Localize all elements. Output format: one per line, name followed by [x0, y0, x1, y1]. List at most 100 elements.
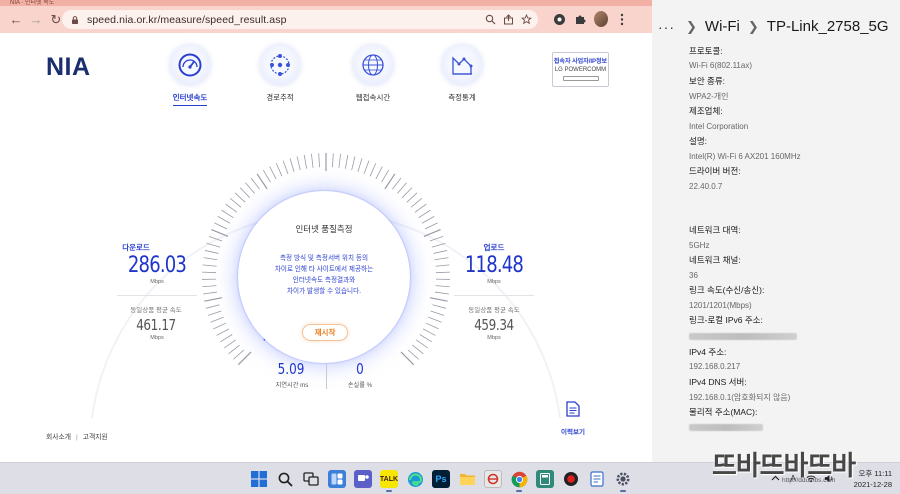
- gauge-tick: [204, 250, 219, 254]
- gauge-tick: [220, 334, 233, 343]
- footer-link-company[interactable]: 회사소개: [46, 434, 71, 441]
- gauge-tick: [425, 322, 439, 330]
- gauge-tick: [234, 192, 246, 203]
- prop-label: 네트워크 대역:: [689, 225, 741, 235]
- kakaotalk-icon[interactable]: TALK: [380, 470, 398, 492]
- watermark-url: http://ddumbs.com: [782, 477, 836, 484]
- gauge-tick: [392, 177, 402, 190]
- center-notice: 측정 방식 및 측정서버 위치 등의 차이로 인해 타 사이트에서 제공하는 인…: [274, 255, 374, 295]
- gauge-tick: [400, 351, 415, 366]
- gauge-tick: [406, 192, 418, 203]
- gauge-tick: [250, 177, 260, 190]
- browser-toolbar: ← → ↻ speed.nia.or.kr/measure/speed_resu…: [0, 6, 652, 33]
- gauge-tick: [423, 228, 441, 237]
- prop-value: Intel(R) Wi-Fi 6 AX201 160MHz: [689, 152, 801, 161]
- prop-label: IPv4 주소:: [689, 347, 727, 357]
- address-bar[interactable]: speed.nia.or.kr/measure/speed_result.asp: [62, 10, 538, 29]
- gauge-tick: [237, 351, 252, 366]
- prop-label: 제조업체:: [689, 106, 723, 116]
- photoshop-icon[interactable]: Ps: [432, 470, 450, 488]
- prop-label: 보안 종류:: [689, 76, 726, 86]
- more-dots-icon[interactable]: ···: [658, 19, 675, 35]
- breadcrumb-network-name: TP-Link_2758_5G: [766, 18, 889, 35]
- windows-start-icon[interactable]: [250, 470, 268, 488]
- gauge-tick: [401, 187, 413, 198]
- gauge-tick: [233, 349, 245, 360]
- chevron-right-icon: ❯: [747, 18, 759, 34]
- gauge-tick: [203, 257, 218, 261]
- gauge-tick: [369, 163, 377, 177]
- lock-icon[interactable]: [70, 15, 80, 25]
- extensions-puzzle-icon[interactable]: [573, 12, 587, 26]
- prop-label: 링크-로컬 IPv6 주소:: [689, 315, 763, 325]
- upload-avg-label: 동일상품 평균 속도: [468, 307, 520, 314]
- clock[interactable]: 오후 11:11 2021-12-28: [854, 468, 892, 490]
- app-icon[interactable]: [484, 470, 502, 488]
- gauge-tick: [338, 153, 341, 168]
- calculator-icon[interactable]: [536, 470, 554, 488]
- search-icon[interactable]: [276, 470, 294, 488]
- bookmark-star-icon[interactable]: [520, 13, 532, 25]
- upload-value: 118.48: [464, 253, 524, 278]
- history-button[interactable]: 이력보기: [558, 401, 588, 436]
- wifi-settings-pane: ··· ❯ Wi-Fi ❯ TP-Link_2758_5G 프로토콜: Wi-F…: [652, 0, 900, 462]
- mac-address-masked: [689, 424, 763, 431]
- forward-icon[interactable]: →: [26, 10, 46, 30]
- gauge-tick: [239, 187, 251, 198]
- download-label: 다운로드: [122, 243, 150, 252]
- history-label: 이력보기: [561, 429, 585, 436]
- gauge-tick: [429, 297, 448, 302]
- menu-kebab-icon[interactable]: [615, 12, 629, 26]
- gauge-tick: [428, 316, 442, 323]
- gauge-tick: [384, 173, 396, 190]
- url-text[interactable]: speed.nia.or.kr/measure/speed_result.asp: [87, 14, 287, 26]
- gauge-tick: [214, 222, 228, 230]
- gauge-tick: [211, 228, 229, 237]
- gauge-tick: [318, 153, 320, 168]
- clock-date: 2021-12-28: [853, 480, 892, 489]
- gauge-tick: [256, 173, 268, 190]
- prop-label: 물리적 주소(MAC):: [689, 407, 758, 417]
- gauge-tick: [289, 158, 295, 172]
- task-view-icon[interactable]: [302, 470, 320, 488]
- gauge-tick: [228, 344, 240, 355]
- back-icon[interactable]: ←: [6, 10, 26, 30]
- prop-value: 192.168.0.217: [689, 362, 741, 371]
- loss-label: 손실률 %: [347, 382, 373, 389]
- divider: [454, 295, 534, 296]
- chrome-icon[interactable]: [510, 470, 528, 492]
- widgets-icon[interactable]: [328, 470, 346, 488]
- gauge-tick: [275, 163, 283, 177]
- prop-label: 프로토콜:: [689, 46, 723, 56]
- zoom-icon[interactable]: [484, 13, 496, 25]
- gauge-tick: [434, 291, 449, 295]
- footer-link-support[interactable]: 고객지원: [83, 434, 108, 441]
- notepad-icon[interactable]: [588, 470, 606, 488]
- file-explorer-icon[interactable]: [458, 470, 476, 488]
- gauge-tick: [421, 216, 435, 224]
- chat-icon[interactable]: [354, 470, 372, 488]
- gauge-tick: [296, 156, 301, 171]
- settings-icon[interactable]: [614, 470, 632, 492]
- download-avg-unit: Mbps: [150, 335, 164, 341]
- prop-value: Wi-Fi 6(802.11ax): [689, 61, 752, 70]
- download-avg-label: 동일상품 평균 속도: [130, 307, 182, 314]
- gauge-tick: [303, 154, 308, 169]
- gauge-tick: [397, 182, 407, 194]
- share-icon[interactable]: [502, 13, 514, 25]
- retry-button[interactable]: 재시작: [302, 324, 348, 341]
- breadcrumb-wifi[interactable]: Wi-Fi: [705, 18, 740, 35]
- profile-avatar[interactable]: [594, 11, 608, 27]
- extension-badge-icon[interactable]: [552, 12, 566, 26]
- prop-label: 드라이버 버전:: [689, 166, 741, 176]
- gauge-tick: [224, 339, 236, 349]
- gauge-tick: [407, 349, 419, 360]
- chevron-right-icon: ❯: [686, 18, 697, 34]
- prop-label: 네트워크 채널:: [689, 255, 741, 265]
- edge-icon[interactable]: [406, 470, 424, 488]
- gauge-tick: [433, 250, 448, 254]
- gauge-tick: [202, 271, 217, 274]
- footer-links: 회사소개 | 고객지원: [46, 431, 108, 441]
- gauge-tick: [216, 328, 230, 336]
- record-icon[interactable]: [562, 470, 580, 488]
